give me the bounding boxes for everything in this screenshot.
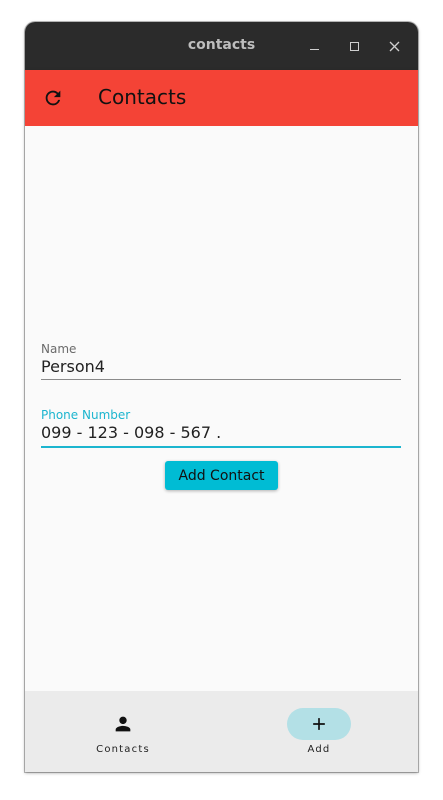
nav-add-indicator: [287, 708, 351, 740]
app-window: contacts Contacts Name Person4 Phone Num: [25, 22, 418, 772]
phone-underline: [41, 446, 401, 448]
nav-item-add[interactable]: Add: [259, 691, 379, 772]
minimize-icon: [309, 48, 319, 50]
phone-field[interactable]: Phone Number 099 - 123 - 098 - 567 .: [41, 408, 401, 448]
plus-icon: [313, 718, 325, 730]
name-underline: [41, 379, 401, 380]
bottom-navigation: Contacts Add: [25, 691, 418, 772]
minimize-button[interactable]: [302, 34, 326, 58]
name-label: Name: [41, 342, 77, 356]
name-input[interactable]: Person4: [41, 357, 401, 376]
person-icon: [115, 716, 131, 732]
add-contact-button[interactable]: Add Contact: [165, 461, 278, 490]
maximize-button[interactable]: [342, 34, 366, 58]
close-button[interactable]: [382, 34, 406, 58]
main-content: Name Person4 Phone Number 099 - 123 - 09…: [25, 126, 418, 691]
phone-label: Phone Number: [41, 408, 131, 422]
nav-item-contacts[interactable]: Contacts: [63, 691, 183, 772]
nav-label-contacts: Contacts: [96, 744, 150, 755]
nav-label-add: Add: [307, 744, 331, 755]
window-titlebar[interactable]: contacts: [25, 22, 418, 70]
nav-contacts-indicator: [91, 708, 155, 740]
phone-input[interactable]: 099 - 123 - 098 - 567 .: [41, 423, 401, 442]
close-icon: [389, 41, 399, 51]
maximize-icon: [349, 41, 359, 51]
page-title: Contacts: [98, 85, 187, 109]
refresh-icon: [45, 90, 61, 106]
app-bar: Contacts: [25, 70, 418, 126]
name-field[interactable]: Name Person4: [41, 342, 401, 380]
refresh-button[interactable]: [41, 86, 65, 110]
